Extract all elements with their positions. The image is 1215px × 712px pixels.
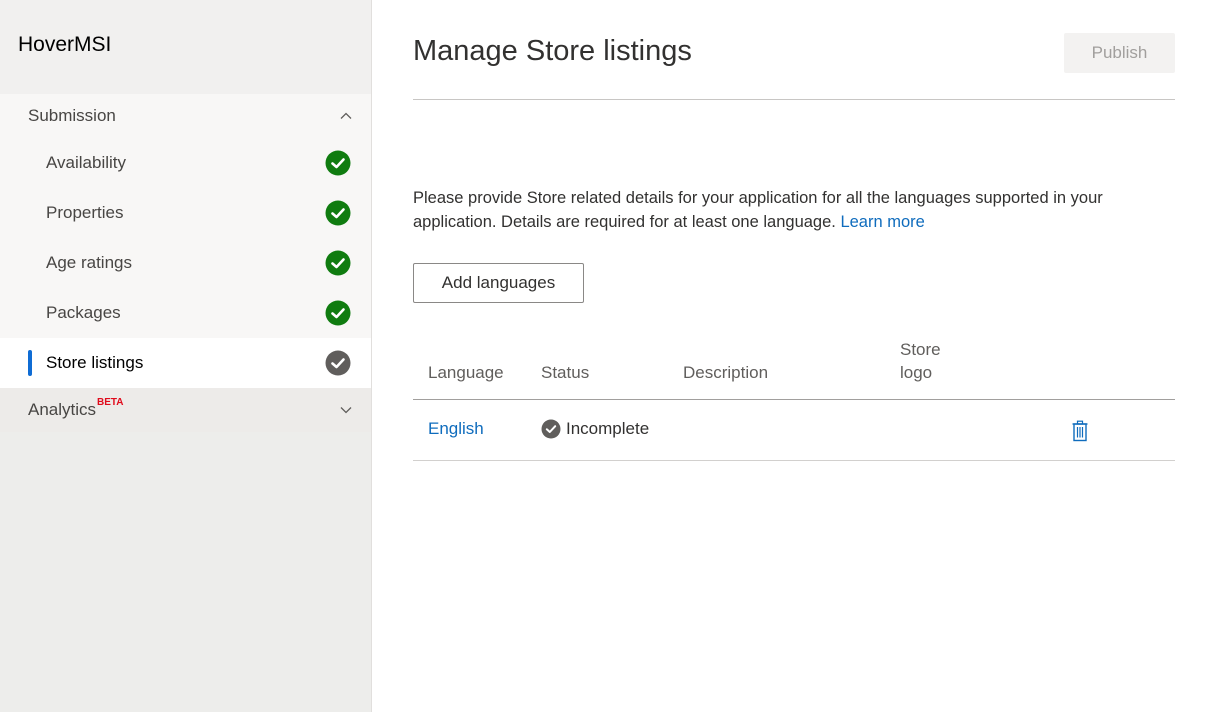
languages-table: Language Status Description Store logo E… — [413, 338, 1175, 461]
header-store-logo-line2: logo — [900, 363, 933, 382]
main-content: Manage Store listings Publish Please pro… — [413, 0, 1175, 461]
header-description: Description — [683, 363, 769, 382]
header-store-logo: Store logo — [900, 338, 941, 384]
check-circle-icon — [541, 419, 561, 438]
publish-button[interactable]: Publish — [1064, 33, 1175, 73]
sidebar-item-label: Store listings — [46, 353, 144, 372]
header-status: Status — [541, 363, 590, 382]
sidebar-item-age-ratings[interactable]: Age ratings — [0, 238, 371, 288]
learn-more-link[interactable]: Learn more — [840, 213, 924, 231]
chevron-down-icon — [340, 407, 352, 414]
nav-section-label: Submission — [28, 106, 116, 125]
app-name: HoverMSI — [0, 0, 371, 94]
check-circle-icon — [325, 200, 351, 226]
sidebar-item-properties[interactable]: Properties — [0, 188, 371, 238]
check-circle-icon — [325, 300, 351, 326]
nav-section-label: AnalyticsBETA — [28, 397, 124, 420]
sidebar-item-availability[interactable]: Availability — [0, 138, 371, 188]
sidebar-item-packages[interactable]: Packages — [0, 288, 371, 338]
intro-body: Please provide Store related details for… — [413, 189, 1103, 231]
check-circle-icon — [325, 150, 351, 176]
header-language: Language — [428, 363, 504, 382]
check-circle-icon — [325, 250, 351, 276]
sidebar-item-label: Age ratings — [46, 253, 132, 272]
page-header: Manage Store listings Publish — [413, 0, 1175, 100]
sidebar: HoverMSI Submission Availability Propert… — [0, 0, 372, 712]
beta-badge: BETA — [97, 397, 124, 408]
page-title: Manage Store listings — [413, 35, 692, 67]
table-header: Language Status Description Store logo — [413, 338, 1175, 400]
header-store-logo-line1: Store — [900, 340, 941, 359]
chevron-up-icon — [340, 112, 352, 119]
sidebar-item-store-listings[interactable]: Store listings — [0, 338, 371, 388]
analytics-label: Analytics — [28, 400, 97, 419]
submission-nav-list: Availability Properties Age ratings Pack… — [0, 138, 371, 388]
nav-section-submission[interactable]: Submission — [0, 94, 371, 138]
language-link[interactable]: English — [428, 417, 484, 440]
status-text: Incomplete — [566, 419, 650, 438]
add-languages-button[interactable]: Add languages — [413, 263, 584, 303]
nav-section-analytics[interactable]: AnalyticsBETA — [0, 388, 371, 432]
sidebar-item-label: Availability — [46, 153, 127, 172]
status-cell: Incomplete — [541, 417, 649, 440]
sidebar-item-label: Properties — [46, 203, 124, 222]
table-row: English Incomplete — [413, 400, 1175, 461]
check-circle-icon — [325, 350, 351, 376]
sidebar-item-label: Packages — [46, 303, 121, 322]
trash-icon[interactable] — [1071, 420, 1089, 442]
intro-text: Please provide Store related details for… — [413, 186, 1173, 234]
